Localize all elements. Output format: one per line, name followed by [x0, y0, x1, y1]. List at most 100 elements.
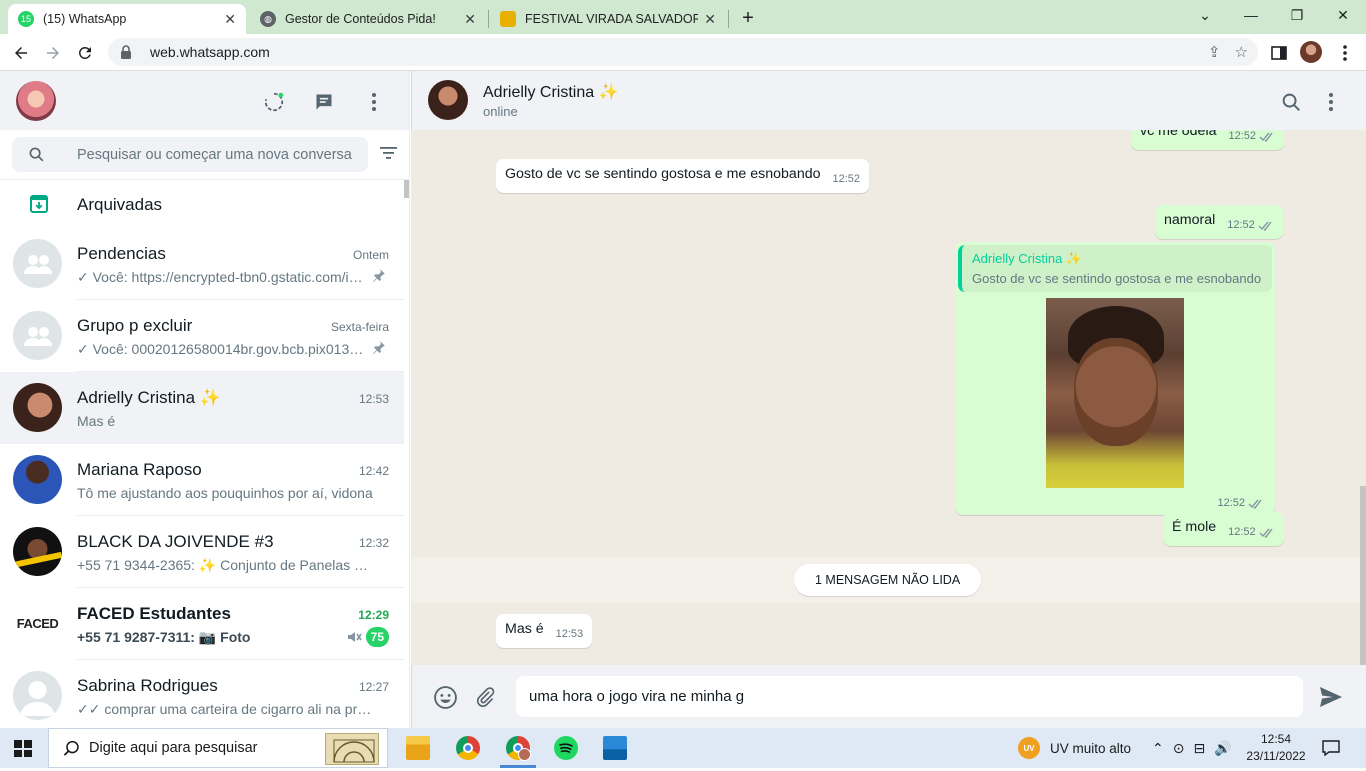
message-incoming[interactable]: Gosto de vc se sentindo gostosa e me esn…	[496, 159, 869, 193]
volume-icon[interactable]: 🔊	[1214, 740, 1231, 757]
tab-festival[interactable]: FESTIVAL VIRADA SALVADOR 2023 ✕	[490, 4, 726, 34]
weather-widget[interactable]: UV UV muito alto	[1018, 728, 1131, 768]
forward-button[interactable]	[40, 40, 66, 66]
tab-separator	[728, 10, 729, 28]
system-tray: ⌃ ⊙ ⊟ 🔊	[1152, 728, 1232, 768]
notification-icon	[1322, 740, 1340, 756]
unread-filter-icon[interactable]	[380, 146, 397, 165]
message-text: Gosto de vc se sentindo gostosa e me esn…	[505, 166, 821, 182]
conversation-header[interactable]: Adrielly Cristina ✨ online	[411, 71, 1366, 130]
taskbar-clock[interactable]: 12:54 23/11/2022	[1240, 731, 1312, 765]
share-icon[interactable]: ⇪	[1208, 43, 1221, 61]
url-text: web.whatsapp.com	[150, 44, 270, 60]
status-button[interactable]	[262, 90, 286, 114]
bookmark-star-icon[interactable]: ☆	[1235, 43, 1248, 61]
chat-item-adrielly-cristina[interactable]: Adrielly Cristina ✨ 12:53 Mas é	[0, 372, 404, 444]
chrome-icon[interactable]	[456, 736, 480, 760]
photos-icon[interactable]	[603, 736, 627, 760]
search-messages-button[interactable]	[1279, 90, 1303, 114]
message-outgoing[interactable]: vc me odeia 12:52	[1131, 130, 1284, 150]
close-window-button[interactable]: ✕	[1320, 0, 1366, 30]
file-explorer-icon[interactable]	[406, 736, 430, 760]
new-tab-button[interactable]: +	[736, 6, 760, 30]
reload-button[interactable]	[72, 40, 98, 66]
network-icon[interactable]: ⊟	[1193, 740, 1205, 757]
chat-item-black-da-joivende[interactable]: BLACK DA JOIVENDE #3 12:32 +55 71 9344-2…	[0, 516, 404, 588]
kebab-menu-icon	[1343, 45, 1347, 61]
notifications-button[interactable]	[1322, 728, 1340, 768]
weather-text: UV muito alto	[1050, 740, 1132, 756]
taskbar-search-text: Digite aqui para pesquisar	[89, 740, 258, 756]
chat-item-sabrina-rodrigues[interactable]: Sabrina Rodrigues 12:27 ✓✓ comprar uma c…	[0, 660, 404, 728]
contact-status: online	[483, 104, 518, 119]
address-bar[interactable]: web.whatsapp.com ⇪ ☆	[108, 38, 1258, 66]
chat-item-pendencias[interactable]: Pendencias Ontem ✓ Você: https://encrypt…	[0, 228, 404, 300]
archived-label: Arquivadas	[77, 195, 163, 214]
tab-search-chevron-icon[interactable]: ⌄	[1182, 0, 1228, 30]
group-avatar: FACED	[13, 599, 62, 648]
conversation-scrollbar[interactable]	[1360, 486, 1366, 666]
archived-chats-row[interactable]: Arquivadas	[0, 180, 404, 228]
search-box[interactable]	[12, 137, 368, 172]
conversation-menu-button[interactable]	[1319, 90, 1343, 114]
quoted-message[interactable]: Adrielly Cristina ✨ Gosto de vc se senti…	[958, 245, 1272, 292]
browser-profile-avatar[interactable]	[1300, 41, 1322, 63]
unread-messages-pill: 1 MENSAGEM NÃO LIDA	[794, 564, 982, 596]
double-check-icon	[1258, 221, 1272, 231]
tab-gestor[interactable]: ◍ Gestor de Conteúdos Pida! ✕	[250, 4, 486, 34]
contact-avatar[interactable]	[428, 80, 468, 120]
chat-name: Adrielly Cristina ✨	[77, 388, 221, 407]
send-icon	[1320, 687, 1342, 707]
muted-icon	[346, 629, 362, 650]
chat-name: BLACK DA JOIVENDE #3	[77, 532, 274, 551]
message-outgoing-photo-reply[interactable]: Adrielly Cristina ✨ Gosto de vc se senti…	[955, 242, 1275, 515]
double-check-icon	[1248, 499, 1262, 509]
tab-whatsapp[interactable]: 15 (15) WhatsApp ✕	[8, 4, 246, 34]
chevron-up-icon[interactable]: ⌃	[1152, 740, 1164, 757]
chat-preview: ✓✓ comprar uma carteira de cigarro ali n…	[77, 701, 377, 717]
message-incoming[interactable]: Mas é 12:53	[496, 614, 593, 648]
meet-now-icon[interactable]: ⊙	[1173, 740, 1185, 757]
back-button[interactable]	[8, 40, 34, 66]
message-plus-icon	[316, 94, 332, 110]
search-input[interactable]	[77, 146, 357, 163]
chat-item-grupo-p-excluir[interactable]: Grupo p excluir Sexta-feira ✓ Você: 0002…	[0, 300, 404, 372]
spotify-icon[interactable]	[554, 736, 578, 760]
chat-item-faced-estudantes[interactable]: FACED FACED Estudantes 12:29 +55 71 9287…	[0, 588, 404, 660]
taskbar-search-box[interactable]: Digite aqui para pesquisar	[48, 728, 388, 768]
my-profile-avatar[interactable]	[16, 81, 56, 121]
attach-button[interactable]	[472, 684, 498, 710]
side-panel-icon	[1271, 46, 1287, 60]
search-icon	[29, 147, 47, 162]
message-outgoing[interactable]: É mole 12:52	[1163, 512, 1284, 546]
new-chat-button[interactable]	[312, 90, 336, 114]
message-input-box[interactable]	[516, 676, 1303, 717]
close-tab-icon[interactable]: ✕	[224, 11, 236, 28]
search-icon	[63, 740, 80, 762]
chrome-profile-icon[interactable]	[506, 736, 531, 761]
chat-item-mariana-raposo[interactable]: Mariana Raposo 12:42 Tô me ajustando aos…	[0, 444, 404, 516]
browser-menu-button[interactable]	[1332, 40, 1358, 66]
close-tab-icon[interactable]: ✕	[704, 11, 716, 28]
windows-start-button[interactable]	[14, 740, 32, 757]
restore-button[interactable]: ❐	[1274, 0, 1320, 30]
message-text: É mole	[1172, 519, 1217, 535]
message-composer	[411, 665, 1366, 728]
send-button[interactable]	[1318, 684, 1344, 710]
quoted-author: Adrielly Cristina ✨	[972, 251, 1083, 266]
minimize-button[interactable]: —	[1228, 0, 1274, 30]
message-outgoing[interactable]: namoral 12:52	[1155, 205, 1283, 239]
chat-list-scrollbar[interactable]	[404, 180, 409, 198]
group-icon	[23, 326, 52, 346]
chat-time: Sexta-feira	[330, 320, 389, 334]
sidebar-menu-button[interactable]	[362, 90, 386, 114]
contact-avatar	[13, 383, 62, 432]
message-photo[interactable]	[1046, 298, 1184, 488]
tab-title: (15) WhatsApp	[43, 12, 127, 26]
message-input[interactable]	[529, 688, 1269, 705]
side-panel-button[interactable]	[1266, 40, 1292, 66]
chat-preview: ✓ Você: 00020126580014br.gov.bcb.pix0136…	[77, 341, 367, 357]
message-time: 12:52	[1217, 497, 1245, 509]
emoji-button[interactable]	[432, 684, 458, 710]
close-tab-icon[interactable]: ✕	[464, 11, 476, 28]
